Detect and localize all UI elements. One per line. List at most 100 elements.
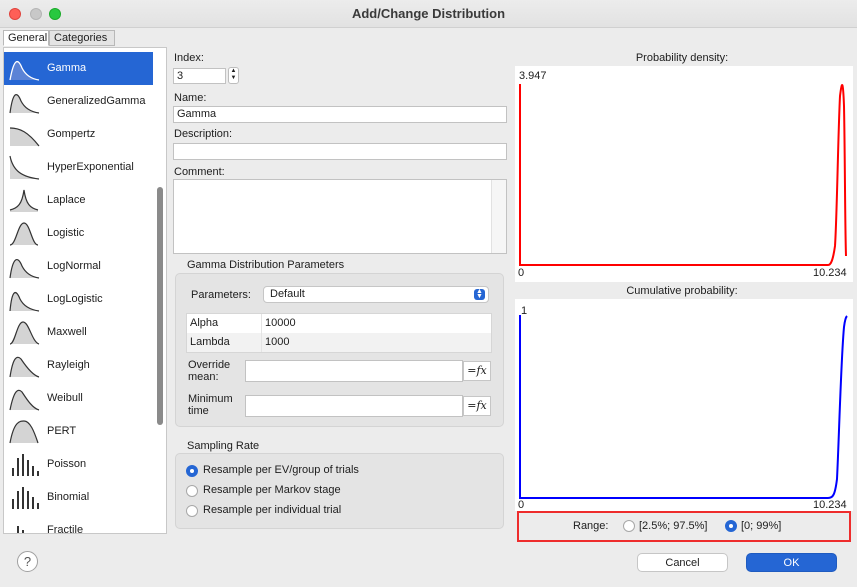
binomial-bars-icon [12,487,39,509]
param-value[interactable]: 1000 [265,333,289,352]
list-item-rayleigh[interactable]: Rayleigh [4,349,153,382]
lognormal-curve-icon [9,259,40,279]
column-divider [261,314,262,352]
weibull-curve-icon [9,389,40,411]
laplace-curve-icon [9,189,39,212]
radio-label: Resample per Markov stage [203,484,341,496]
list-item-poisson[interactable]: Poisson [4,448,153,481]
loglogistic-curve-icon [9,292,40,312]
minimum-time-fx-button[interactable]: =fx [463,396,491,416]
list-item-label: Fractile [47,524,84,534]
description-field[interactable] [173,143,507,160]
cancel-button[interactable]: Cancel [637,553,728,572]
pert-curve-icon [9,420,39,444]
ok-button[interactable]: OK [746,553,837,572]
maxwell-curve-icon [9,321,40,345]
generalized-gamma-curve-icon [9,94,40,114]
fractile-bars-icon [17,526,24,533]
range-option-label[interactable]: [2.5%; 97.5%] [639,520,708,532]
density-y-max-label: 3.947 [519,70,547,82]
density-curve [519,84,847,266]
params-group-title: Gamma Distribution Parameters [187,259,345,271]
close-window-button[interactable] [9,8,21,20]
radio-button[interactable] [186,465,198,477]
stepper-down-icon[interactable]: ▼ [229,75,238,82]
index-stepper[interactable]: ▲ ▼ [228,67,239,84]
parameters-select-value: Default [270,288,305,300]
cumulative-chart-svg [519,315,848,499]
list-item-gamma[interactable]: Gamma [4,52,153,85]
cumulative-x-max-label: 10.234 [813,499,847,511]
list-item-logistic[interactable]: Logistic [4,217,153,250]
override-mean-field[interactable] [245,360,463,382]
rayleigh-curve-icon [9,356,40,378]
radio-button[interactable] [186,505,198,517]
list-item-label: PERT [47,425,77,437]
range-radio-2-5-97-5[interactable] [623,520,635,532]
index-label: Index: [174,52,204,64]
density-chart: 3.947 0 10.234 [515,66,853,282]
param-name: Lambda [190,336,230,348]
list-item-hyperexponential[interactable]: HyperExponential [4,151,153,184]
sampling-option-markov[interactable]: Resample per Markov stage [186,484,486,498]
gompertz-curve-icon [9,127,40,147]
radio-button[interactable] [186,485,198,497]
distribution-list[interactable]: Gamma GeneralizedGamma Gompertz HyperExp… [3,47,167,534]
override-mean-fx-button[interactable]: =fx [463,361,491,381]
tab-general[interactable]: General [3,30,49,46]
window-title: Add/Change Distribution [351,6,506,21]
list-item-label: Poisson [47,458,87,470]
list-item-label: HyperExponential [47,161,134,173]
param-name: Alpha [190,317,219,329]
cumulative-curve [519,315,848,499]
sampling-option-ev[interactable]: Resample per EV/group of trials [186,464,486,478]
param-value[interactable]: 10000 [265,314,296,333]
tab-categories[interactable]: Categories [49,30,115,46]
list-item-binomial[interactable]: Binomial [4,481,153,514]
list-item-maxwell[interactable]: Maxwell [4,316,153,349]
parameters-select[interactable]: Default ▲ ▼ [263,286,489,303]
table-row[interactable]: Lambda 1000 [187,333,491,352]
dialog-window: Add/Change Distribution General Categori… [0,0,857,587]
cumulative-chart-title: Cumulative probability: [626,285,738,297]
comment-scrollbar[interactable] [491,180,506,253]
list-item-lognormal[interactable]: LogNormal [4,250,153,283]
list-item-label: Binomial [47,491,90,503]
description-label: Description: [174,128,233,140]
list-scrollbar[interactable] [157,187,163,425]
list-item-loglogistic[interactable]: LogLogistic [4,283,153,316]
list-item-pert[interactable]: PERT [4,415,153,448]
parameters-label: Parameters: [191,289,251,301]
comment-textarea[interactable] [173,179,507,254]
table-row[interactable]: Alpha 10000 [187,314,491,333]
chevron-updown-icon: ▲ ▼ [474,288,485,300]
radio-label: Resample per EV/group of trials [203,464,359,476]
density-chart-svg [519,84,847,266]
sampling-option-trial[interactable]: Resample per individual trial [186,504,486,518]
list-item-fractile[interactable]: Fractile [4,514,153,534]
list-item-label: Gompertz [47,128,96,140]
override-mean-label: Override mean: [188,359,231,383]
index-field[interactable]: 3 [173,68,226,84]
stepper-up-icon[interactable]: ▲ [229,68,238,75]
range-radio-0-99[interactable] [725,520,737,532]
comment-label: Comment: [174,166,225,178]
list-item-label: Weibull [47,392,83,404]
list-item-weibull[interactable]: Weibull [4,382,153,415]
logistic-curve-icon [9,222,39,246]
name-label: Name: [174,92,207,104]
help-button[interactable]: ? [17,551,38,572]
title-bar: Add/Change Distribution [0,0,857,28]
density-x-max-label: 10.234 [813,267,847,279]
zoom-window-button[interactable] [49,8,61,20]
range-option-label[interactable]: [0; 99%] [741,520,781,532]
list-item-gompertz[interactable]: Gompertz [4,118,153,151]
name-field[interactable]: Gamma [173,106,507,123]
range-selector: Range: [2.5%; 97.5%] [0; 99%] [517,511,851,542]
minimum-time-field[interactable] [245,395,463,417]
sampling-group-title: Sampling Rate [187,440,260,452]
hyperexponential-curve-icon [9,155,40,180]
list-item-laplace[interactable]: Laplace [4,184,153,217]
minimize-window-button[interactable] [30,8,42,20]
list-item-generalizedgamma[interactable]: GeneralizedGamma [4,85,153,118]
